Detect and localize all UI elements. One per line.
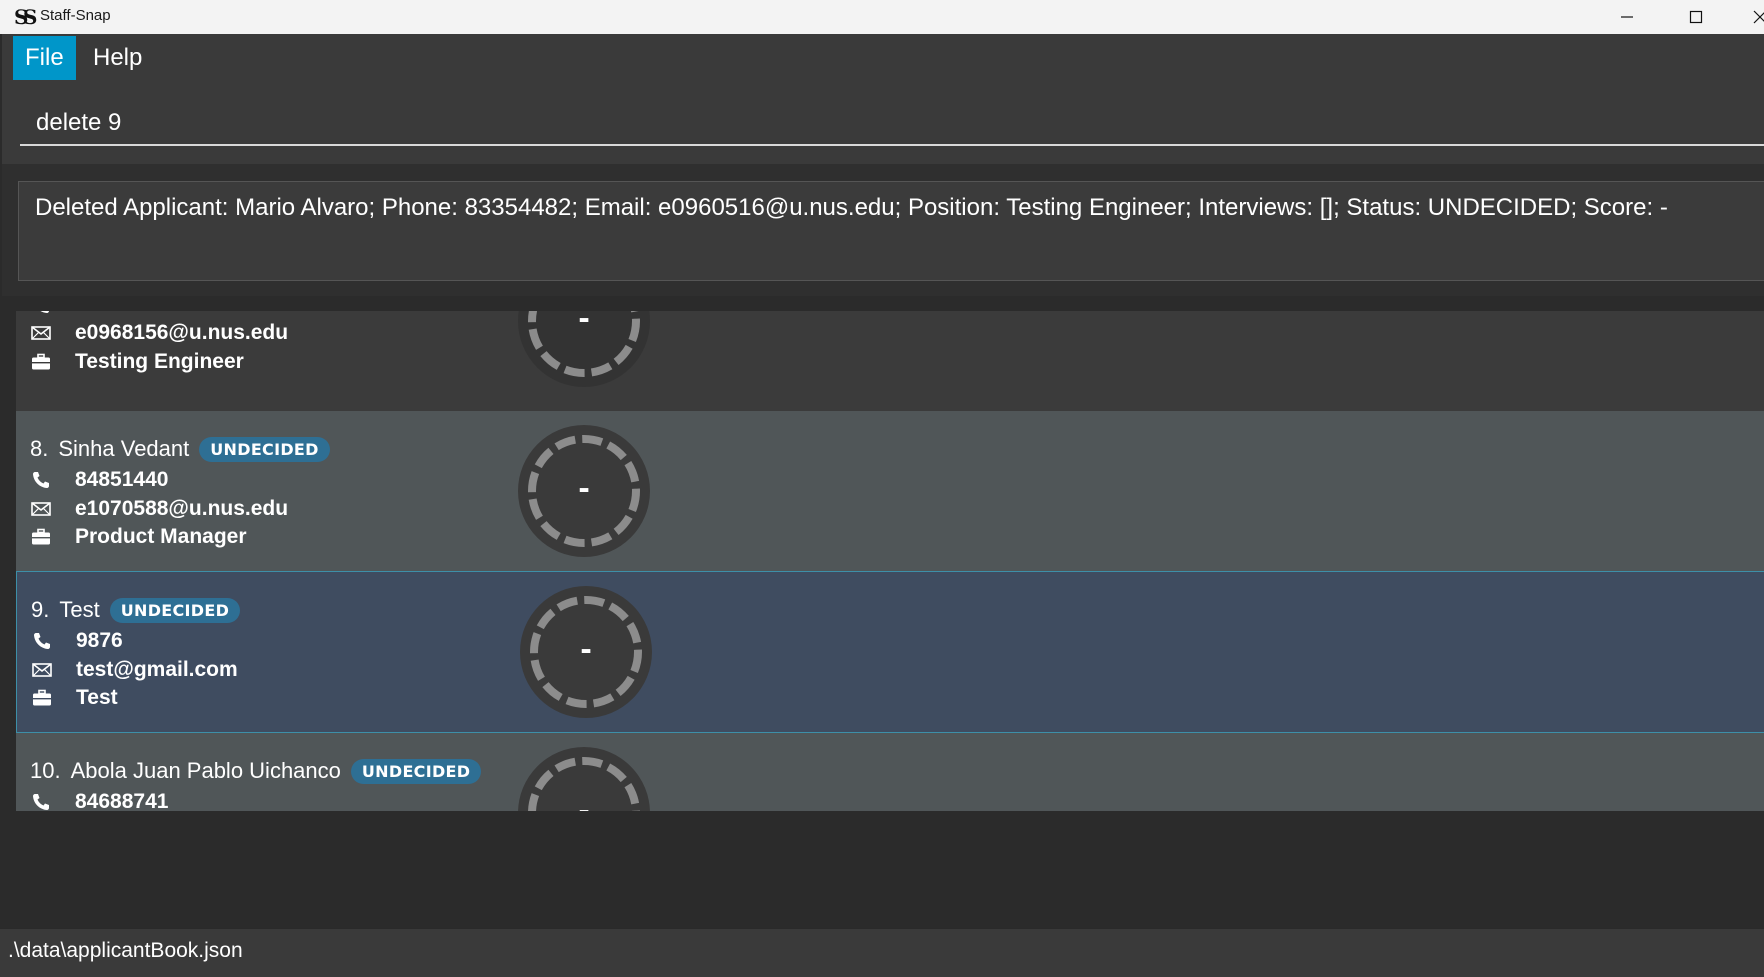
phone-value: 9876 bbox=[76, 629, 123, 652]
position-value: Testing Engineer bbox=[75, 350, 244, 373]
menu-file[interactable]: File bbox=[13, 36, 76, 80]
phone-icon bbox=[31, 630, 53, 652]
command-box-panel bbox=[2, 82, 1764, 164]
email-icon bbox=[30, 322, 52, 344]
result-display-panel: Deleted Applicant: Mario Alvaro; Phone: … bbox=[2, 164, 1764, 296]
phone-value: 83176058 bbox=[75, 311, 168, 317]
command-input[interactable] bbox=[20, 102, 1764, 146]
phone-icon bbox=[30, 311, 52, 316]
position-field: Product Manager bbox=[30, 523, 247, 551]
phone-field: 83176058 bbox=[30, 311, 168, 319]
close-button[interactable] bbox=[1740, 0, 1764, 34]
email-field: e0968156@u.nus.edu bbox=[30, 319, 288, 347]
applicant-list[interactable]: 83176058 e0968156@u.nus.edu Testing Engi… bbox=[16, 311, 1764, 811]
status-badge: UNDECIDED bbox=[199, 436, 330, 462]
window-title: Staff-Snap bbox=[40, 7, 111, 24]
applicant-card-selected[interactable]: 9. Test UNDECIDED 9876 test@gmail.com Te… bbox=[16, 571, 1764, 733]
data-file-path: .\data\applicantBook.json bbox=[8, 939, 243, 962]
score-gauge: - bbox=[516, 745, 652, 811]
score-gauge: - bbox=[516, 423, 652, 559]
status-badge: UNDECIDED bbox=[109, 597, 241, 623]
status-badge: UNDECIDED bbox=[350, 758, 482, 784]
position-field: Test bbox=[31, 684, 118, 712]
score-value: - bbox=[578, 472, 590, 505]
briefcase-icon bbox=[31, 687, 53, 709]
applicant-index: 9. bbox=[31, 597, 50, 622]
email-field: e1070588@u.nus.edu bbox=[30, 495, 288, 523]
position-value: Product Manager bbox=[75, 525, 247, 548]
score-value: - bbox=[578, 794, 590, 811]
menu-help[interactable]: Help bbox=[81, 36, 154, 80]
applicant-name: Abola Juan Pablo Uichanco bbox=[70, 758, 341, 783]
phone-value: 84688741 bbox=[75, 790, 169, 811]
minimize-icon bbox=[1621, 16, 1633, 18]
result-display: Deleted Applicant: Mario Alvaro; Phone: … bbox=[18, 181, 1764, 281]
email-value: test@gmail.com bbox=[76, 658, 238, 681]
phone-field: 84851440 bbox=[30, 466, 168, 494]
position-field: Testing Engineer bbox=[30, 348, 244, 376]
applicant-card[interactable]: 10. Abola Juan Pablo Uichanco UNDECIDED … bbox=[16, 733, 1764, 811]
email-value: e0968156@u.nus.edu bbox=[75, 321, 289, 344]
applicant-name: Test bbox=[59, 597, 100, 622]
phone-icon bbox=[30, 791, 52, 811]
score-gauge: - bbox=[516, 311, 652, 389]
applicant-card[interactable]: 83176058 e0968156@u.nus.edu Testing Engi… bbox=[16, 311, 1764, 411]
score-gauge: - bbox=[518, 584, 654, 720]
status-bar: .\data\applicantBook.json bbox=[0, 928, 1764, 977]
applicant-header: 9. Test UNDECIDED bbox=[31, 597, 241, 623]
email-field: test@gmail.com bbox=[31, 656, 238, 684]
applicant-list-panel: 83176058 e0968156@u.nus.edu Testing Engi… bbox=[2, 296, 1764, 826]
phone-field: 84688741 bbox=[30, 788, 168, 811]
minimize-button[interactable] bbox=[1597, 0, 1657, 34]
phone-icon bbox=[30, 469, 52, 491]
applicant-index: 8. bbox=[30, 436, 49, 461]
briefcase-icon bbox=[30, 526, 52, 548]
position-value: Test bbox=[76, 686, 118, 709]
applicant-index: 10. bbox=[30, 758, 61, 783]
title-bar: SS Staff-Snap bbox=[0, 0, 1764, 34]
maximize-icon bbox=[1689, 10, 1703, 24]
email-icon bbox=[30, 498, 52, 520]
briefcase-icon bbox=[30, 351, 52, 373]
email-value: e1070588@u.nus.edu bbox=[75, 497, 289, 520]
applicant-card[interactable]: 8. Sinha Vedant UNDECIDED 84851440 e1070… bbox=[16, 411, 1764, 571]
score-value: - bbox=[580, 633, 592, 666]
applicant-name: Sinha Vedant bbox=[58, 436, 190, 461]
close-icon bbox=[1753, 10, 1764, 24]
applicant-header: 10. Abola Juan Pablo Uichanco UNDECIDED bbox=[30, 758, 482, 784]
phone-value: 84851440 bbox=[75, 468, 169, 491]
phone-field: 9876 bbox=[31, 627, 123, 655]
menu-bar: File Help bbox=[2, 34, 1764, 83]
app-logo-icon: SS bbox=[14, 5, 37, 29]
score-value: - bbox=[578, 311, 590, 335]
email-icon bbox=[31, 659, 53, 681]
applicant-header: 8. Sinha Vedant UNDECIDED bbox=[30, 436, 330, 462]
maximize-button[interactable] bbox=[1666, 0, 1726, 34]
